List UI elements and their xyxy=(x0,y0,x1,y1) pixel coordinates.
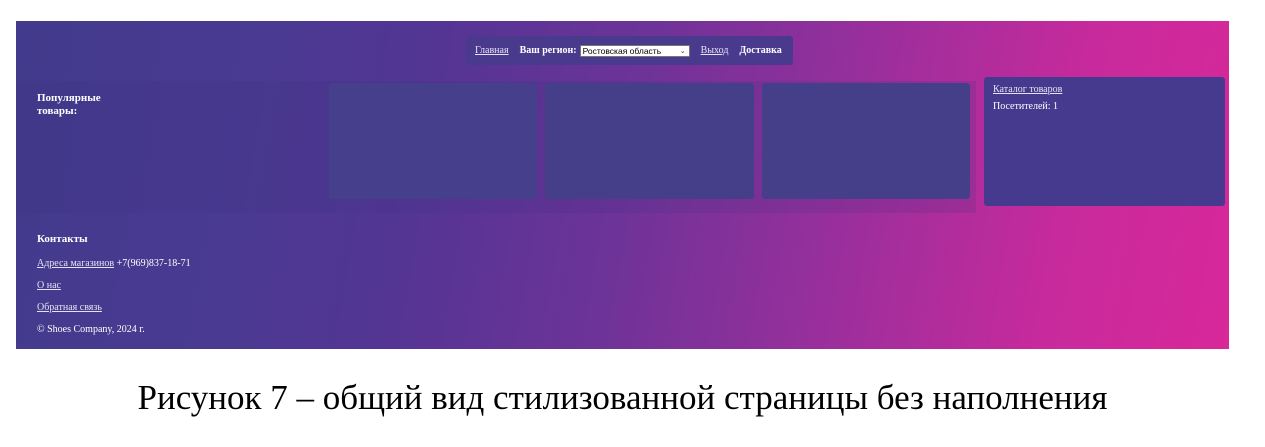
region-label: Ваш регион: xyxy=(519,45,577,56)
product-card[interactable] xyxy=(329,83,537,199)
page-screenshot: Главная Ваш регион: Ростовская область ⌄… xyxy=(16,21,1229,349)
figure-caption: Рисунок 7 – общий вид стилизованной стра… xyxy=(137,378,1108,417)
stores-link[interactable]: Адреса магазинов xyxy=(37,258,114,269)
feedback-row: Обратная связь xyxy=(37,302,437,324)
nav-home-link[interactable]: Главная xyxy=(475,45,509,56)
catalog-link[interactable]: Каталог товаров xyxy=(993,84,1216,95)
sidebar-panel: Каталог товаров Посетителей: 1 xyxy=(984,77,1225,206)
region-select-value: Ростовская область xyxy=(582,45,662,56)
product-card[interactable] xyxy=(762,83,970,199)
product-card[interactable] xyxy=(545,83,754,199)
region-select[interactable]: Ростовская область ⌄ xyxy=(579,44,690,57)
about-row: О нас xyxy=(37,280,437,302)
contacts-title: Контакты xyxy=(37,233,88,245)
nav-delivery[interactable]: Доставка xyxy=(739,45,781,56)
contacts-section: Контакты Адреса магазинов +7(969)837-18-… xyxy=(37,233,437,335)
about-link[interactable]: О нас xyxy=(37,280,61,291)
phone-number: +7(969)837-18-71 xyxy=(116,258,191,269)
copyright: © Shoes Company, 2024 г. xyxy=(37,324,145,335)
feedback-link[interactable]: Обратная связь xyxy=(37,302,102,313)
stores-row: Адреса магазинов +7(969)837-18-71 xyxy=(37,258,437,280)
top-nav: Главная Ваш регион: Ростовская область ⌄… xyxy=(466,36,793,65)
chevron-down-icon: ⌄ xyxy=(679,47,686,55)
nav-logout-link[interactable]: Выход xyxy=(701,45,729,56)
visitor-counter: Посетителей: 1 xyxy=(993,101,1059,112)
popular-title: Популярные товары: xyxy=(37,92,101,117)
